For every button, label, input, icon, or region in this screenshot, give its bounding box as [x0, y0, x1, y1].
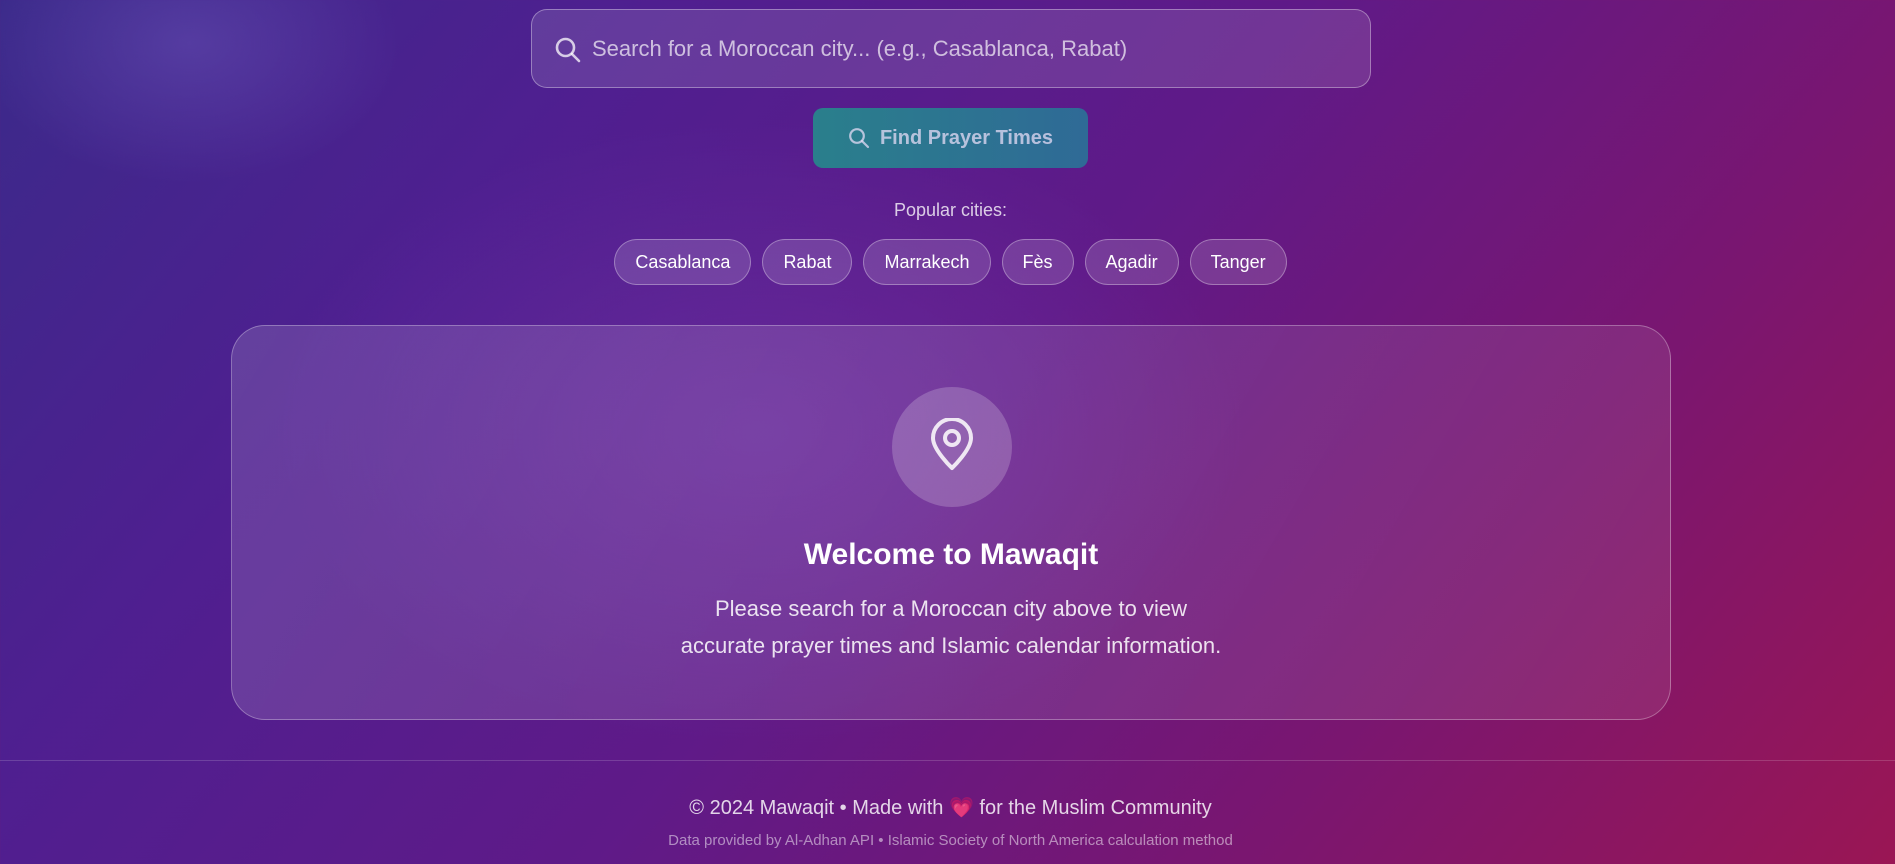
find-prayer-times-button[interactable]: Find Prayer Times — [813, 108, 1088, 168]
search-icon — [848, 127, 870, 149]
city-chip-casablanca[interactable]: Casablanca — [614, 239, 752, 285]
welcome-title: Welcome to Mawaqit — [803, 538, 1099, 571]
welcome-message: Please search for a Moroccan city above … — [232, 590, 1670, 664]
popular-cities-label: Popular cities: — [893, 200, 1008, 220]
map-pin-icon — [927, 416, 977, 477]
city-chip-rabat[interactable]: Rabat — [762, 239, 853, 285]
city-chip-agadir[interactable]: Agadir — [1084, 239, 1179, 285]
popular-cities-list: Casablanca Rabat Marrakech Fès Agadir Ta… — [0, 239, 1895, 285]
search-bar[interactable] — [531, 9, 1371, 88]
footer-copyright: © 2024 Mawaqit • Made with — [689, 797, 944, 819]
find-prayer-times-label: Find Prayer Times — [879, 126, 1054, 149]
city-chip-fes[interactable]: Fès — [1001, 239, 1074, 285]
map-pin-badge — [892, 387, 1012, 507]
welcome-card: Welcome to Mawaqit Please search for a M… — [231, 325, 1671, 720]
search-icon — [554, 36, 582, 64]
footer-divider — [0, 760, 1895, 761]
footer-data-source: Data provided by Al-Adhan API • Islamic … — [668, 832, 1233, 849]
city-chip-marrakech[interactable]: Marrakech — [863, 239, 991, 285]
welcome-message-line-1: Please search for a Moroccan city above … — [714, 596, 1187, 621]
footer-community: for the Muslim Community — [979, 797, 1212, 819]
welcome-message-line-2: accurate prayer times and Islamic calend… — [680, 633, 1222, 658]
city-chip-tanger[interactable]: Tanger — [1189, 239, 1287, 285]
footer-credit: © 2024 Mawaqit • Made with 💗 for the Mus… — [0, 795, 1895, 820]
search-input[interactable] — [592, 10, 1350, 87]
heart-icon: 💗 — [948, 797, 974, 819]
